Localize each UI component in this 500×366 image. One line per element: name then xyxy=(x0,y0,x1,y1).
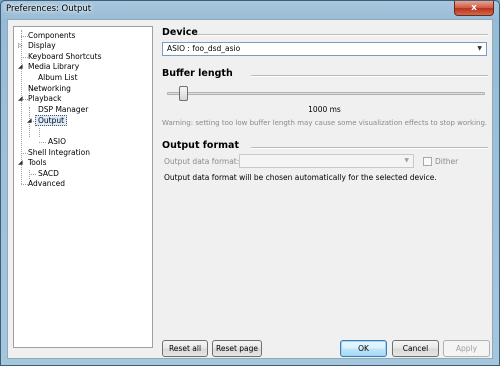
chevron-down-icon: ▼ xyxy=(477,45,482,52)
section-divider xyxy=(251,75,488,77)
tree-item-dsp-manager[interactable]: DSP Manager xyxy=(36,104,90,115)
chevron-down-icon: ▼ xyxy=(404,157,409,164)
collapse-arrow-icon[interactable]: ◢ xyxy=(18,159,23,166)
apply-button[interactable]: Apply xyxy=(443,340,490,357)
tree-item-media-library[interactable]: Media Library xyxy=(26,61,81,72)
dither-checkbox[interactable] xyxy=(423,157,432,166)
tree-connector xyxy=(39,142,46,143)
tree-connector xyxy=(29,174,36,175)
preferences-tree[interactable]: Components ▷ Display Keyboard Shortcuts … xyxy=(13,26,153,348)
tree-item-tools[interactable]: Tools xyxy=(26,157,48,168)
output-data-format-dropdown[interactable]: ▼ xyxy=(239,154,414,168)
tree-item-label: Components xyxy=(28,31,76,40)
tree-item-label: Advanced xyxy=(28,179,66,188)
output-format-section-title: Output format xyxy=(162,140,239,151)
close-icon: x xyxy=(471,3,477,13)
buffer-slider-thumb[interactable] xyxy=(179,86,188,101)
buffer-value-label: 1000 ms xyxy=(308,105,341,114)
tree-item-label: Networking xyxy=(28,84,71,93)
output-data-format-label: Output data format: xyxy=(164,157,240,166)
section-divider xyxy=(197,34,488,36)
tree-item-asio[interactable]: ASIO xyxy=(46,136,68,147)
cancel-button[interactable]: Cancel xyxy=(392,340,439,357)
expand-arrow-icon[interactable]: ▷ xyxy=(18,42,23,49)
tree-item-label: ASIO xyxy=(48,137,67,146)
tree-item-label: Output xyxy=(35,115,68,126)
output-format-info: Output data format will be chosen automa… xyxy=(164,173,437,182)
tree-item-album-list[interactable]: Album List xyxy=(36,72,80,83)
tree-item-advanced[interactable]: Advanced xyxy=(26,178,67,189)
device-dropdown-value: ASIO : foo_dsd_asio xyxy=(167,44,241,53)
tree-item-label: Media Library xyxy=(28,62,80,71)
tree-item-output[interactable]: Output xyxy=(35,115,68,126)
collapse-arrow-icon[interactable]: ◢ xyxy=(18,95,23,102)
section-divider xyxy=(251,147,488,149)
tree-item-label: SACD xyxy=(38,169,59,178)
tree-item-label: Album List xyxy=(38,73,78,82)
buffer-slider-track[interactable] xyxy=(167,92,485,95)
collapse-arrow-icon[interactable]: ◢ xyxy=(27,117,32,124)
tree-item-label: Playback xyxy=(28,94,62,103)
buffer-warning: Warning: setting too low buffer length m… xyxy=(162,119,488,127)
tree-item-playback[interactable]: Playback xyxy=(26,93,63,104)
dialog-client-area: Components ▷ Display Keyboard Shortcuts … xyxy=(7,19,493,359)
tree-item-label: DSP Manager xyxy=(38,105,89,114)
tree-connector xyxy=(39,128,40,137)
close-button[interactable]: x xyxy=(454,1,494,16)
buffer-section-title: Buffer length xyxy=(162,68,233,79)
tree-item-label: Display xyxy=(28,41,56,50)
ok-button[interactable]: OK xyxy=(340,340,387,357)
device-section-title: Device xyxy=(162,27,198,38)
dither-label: Dither xyxy=(435,157,459,166)
tree-item-label: Keyboard Shortcuts xyxy=(28,52,102,61)
tree-item-label: Tools xyxy=(28,158,47,167)
reset-all-button[interactable]: Reset all xyxy=(162,340,208,357)
preferences-window: Preferences: Output x Components ▷ Displ… xyxy=(0,0,500,366)
title-bar[interactable]: Preferences: Output x xyxy=(1,1,499,19)
tree-item-display[interactable]: Display xyxy=(26,40,58,51)
collapse-arrow-icon[interactable]: ◢ xyxy=(18,63,23,70)
device-dropdown[interactable]: ASIO : foo_dsd_asio ▼ xyxy=(162,42,487,56)
tree-item-label: Shell Integration xyxy=(28,148,91,157)
reset-page-button[interactable]: Reset page xyxy=(212,340,262,357)
window-title: Preferences: Output xyxy=(6,4,92,14)
